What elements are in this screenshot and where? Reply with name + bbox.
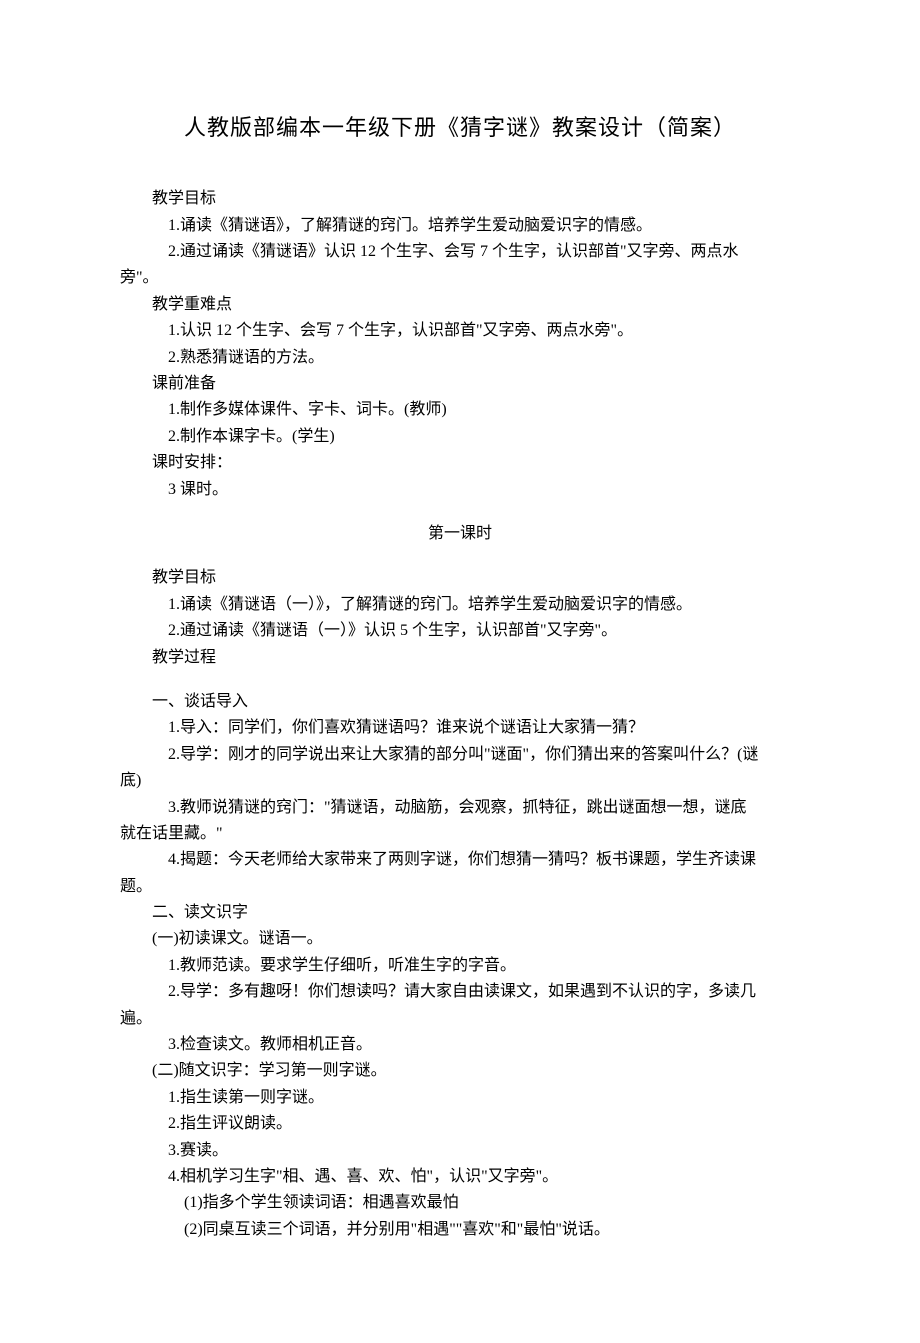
section-1-item-4: 4.揭题：今天老师给大家带来了两则字谜，你们想猜一猜吗？板书课题，学生齐读课 [120,847,800,873]
section-2-sub1-heading: (一)初读课文。谜语一。 [120,926,800,952]
difficulty-item-2: 2.熟悉猜谜语的方法。 [120,345,800,371]
section-1-item-3-cont: 就在话里藏。" [120,821,800,847]
goals-item-1: 1.诵读《猜谜语》，了解猜谜的窍门。培养学生爱动脑爱识字的情感。 [120,213,800,239]
document-title: 人教版部编本一年级下册《猜字谜》教案设计（简案） [120,110,800,146]
section-2-sub2-item-3: 3.赛读。 [120,1138,800,1164]
section-1-item-2-cont: 底) [120,768,800,794]
section-2-sub2-heading: (二)随文识字：学习第一则字谜。 [120,1058,800,1084]
section-1-item-3: 3.教师说猜谜的窍门："猜谜语，动脑筋，会观察，抓特征，跳出谜面想一想，谜底 [120,795,800,821]
section-1-item-2: 2.导学：刚才的同学说出来让大家猜的部分叫"谜面"，你们猜出来的答案叫什么？(谜 [120,742,800,768]
section-2-sub1-item-2-cont: 遍。 [120,1006,800,1032]
section-2-sub2-item-1: 1.指生读第一则字谜。 [120,1085,800,1111]
section-2-sub1-item-1: 1.教师范读。要求学生仔细听，听准生字的字音。 [120,953,800,979]
schedule-value: 3 课时。 [120,477,800,503]
difficulty-item-1: 1.认识 12 个生字、会写 7 个生字，认识部首"又字旁、两点水旁"。 [120,318,800,344]
lesson-1-goals-item-1: 1.诵读《猜谜语（一）》，了解猜谜的窍门。培养学生爱动脑爱识字的情感。 [120,592,800,618]
lesson-1-goals-item-2: 2.通过诵读《猜谜语（一）》认识 5 个生字，认识部首"又字旁"。 [120,618,800,644]
section-2-sub2-subitem-1: (1)指多个学生领读词语：相遇喜欢最怕 [120,1190,800,1216]
process-heading: 教学过程 [120,645,800,671]
schedule-heading: 课时安排： [120,450,800,476]
section-2-sub1-item-2: 2.导学：多有趣呀！你们想读吗？请大家自由读课文，如果遇到不认识的字，多读几 [120,979,800,1005]
section-1-heading: 一、谈话导入 [120,689,800,715]
section-1-item-1: 1.导入：同学们，你们喜欢猜谜语吗？谁来说个谜语让大家猜一猜？ [120,715,800,741]
goals-heading: 教学目标 [120,186,800,212]
section-2-sub2-subitem-2: (2)同桌互读三个词语，并分别用"相遇""喜欢"和"最怕"说话。 [120,1217,800,1243]
prep-item-1: 1.制作多媒体课件、字卡、词卡。(教师) [120,397,800,423]
section-1-item-4-cont: 题。 [120,874,800,900]
prep-item-2: 2.制作本课字卡。(学生) [120,424,800,450]
section-2-sub2-item-2: 2.指生评议朗读。 [120,1111,800,1137]
difficulty-heading: 教学重难点 [120,292,800,318]
section-2-sub1-item-3: 3.检查读文。教师相机正音。 [120,1032,800,1058]
lesson-1-heading: 第一课时 [120,521,800,547]
goals-item-2: 2.通过诵读《猜谜语》认识 12 个生字、会写 7 个生字，认识部首"又字旁、两… [120,239,800,265]
prep-heading: 课前准备 [120,371,800,397]
section-2-heading: 二、读文识字 [120,900,800,926]
section-2-sub2-item-4: 4.相机学习生字"相、遇、喜、欢、怕"，认识"又字旁"。 [120,1164,800,1190]
goals-item-2-cont: 旁"。 [120,265,800,291]
lesson-1-goals-heading: 教学目标 [120,565,800,591]
